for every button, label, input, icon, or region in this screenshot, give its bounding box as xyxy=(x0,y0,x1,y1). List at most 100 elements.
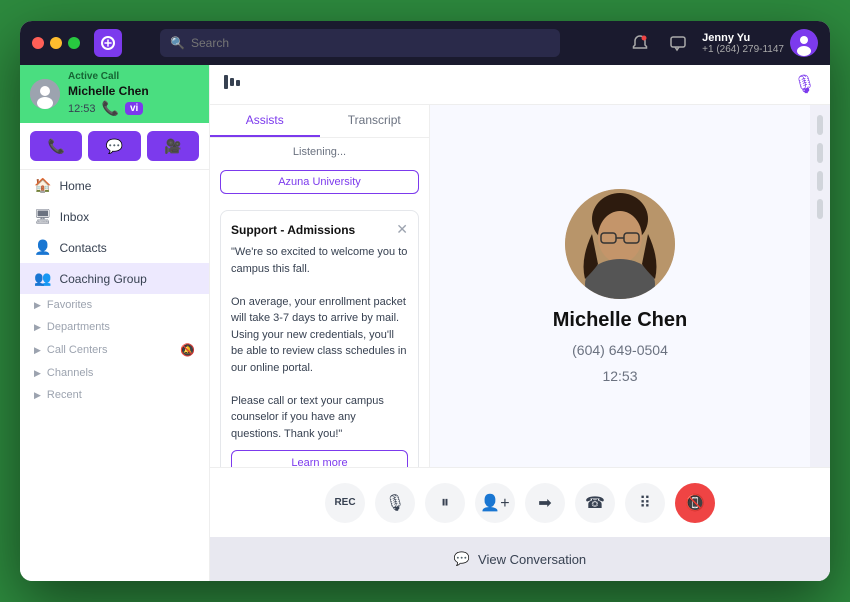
support-card: Support - Admissions ✕ "We're so excited… xyxy=(220,210,419,467)
chevron-right-icon: ▶ xyxy=(34,300,41,311)
call-video-button[interactable]: 🎥 xyxy=(147,131,199,161)
sidebar-item-coaching-label: Coaching Group xyxy=(59,272,146,286)
scroll-indicator-3 xyxy=(817,171,823,191)
search-bar[interactable]: 🔍 xyxy=(160,29,560,57)
sidebar: Active Call Michelle Chen 12:53 📞 vi 📞 💬… xyxy=(20,65,210,581)
app-window: 🔍 Jenny Yu +1 (264) 279-1147 xyxy=(20,21,830,581)
active-call-name: Michelle Chen xyxy=(68,84,199,98)
listening-status: Listening... xyxy=(210,138,429,166)
bars-icon xyxy=(224,75,244,94)
user-avatar xyxy=(790,29,818,57)
contact-call-time: 12:53 xyxy=(602,368,637,384)
sidebar-item-home-label: Home xyxy=(59,179,91,193)
sidebar-item-contacts-label: Contacts xyxy=(59,241,106,255)
learn-more-button[interactable]: Learn more xyxy=(231,450,408,467)
sidebar-section-favorites[interactable]: ▶ Favorites xyxy=(20,294,209,316)
sidebar-section-favorites-label: Favorites xyxy=(47,299,92,311)
sidebar-section-recent[interactable]: ▶ Recent xyxy=(20,384,209,406)
call-controls: REC 🎙 ⏸ 👤+ ➡ ☎ ⠿ 📵 xyxy=(210,467,830,537)
support-card-body: "We're so excited to welcome you to camp… xyxy=(231,244,408,442)
user-phone: +1 (264) 279-1147 xyxy=(702,44,784,55)
sidebar-item-contacts[interactable]: 👤 Contacts xyxy=(20,232,209,263)
close-card-button[interactable]: ✕ xyxy=(396,221,408,238)
card-text-1: "We're so excited to welcome you to camp… xyxy=(231,244,408,277)
scroll-indicator-2 xyxy=(817,143,823,163)
support-card-title: Support - Admissions xyxy=(231,223,355,237)
card-text-3: Please call or text your campus counselo… xyxy=(231,393,408,443)
sidebar-item-inbox-label: Inbox xyxy=(60,210,89,224)
tab-assists[interactable]: Assists xyxy=(210,105,320,137)
sidebar-item-home[interactable]: 🏠 Home xyxy=(20,170,209,201)
call-icon: 📞 xyxy=(102,100,119,117)
tab-transcript[interactable]: Transcript xyxy=(320,105,430,137)
maximize-button[interactable] xyxy=(68,37,80,49)
group-icon: 👥 xyxy=(34,270,51,287)
support-card-header: Support - Admissions ✕ xyxy=(231,221,408,238)
add-call-button[interactable]: 👤+ xyxy=(475,483,515,523)
search-input[interactable] xyxy=(191,36,550,50)
minimize-button[interactable] xyxy=(50,37,62,49)
sidebar-section-recent-label: Recent xyxy=(47,389,82,401)
user-info: Jenny Yu +1 (264) 279-1147 xyxy=(702,29,818,57)
sidebar-section-call-centers[interactable]: ▶ Call Centers 🔕 xyxy=(20,338,209,362)
titlebar: 🔍 Jenny Yu +1 (264) 279-1147 xyxy=(20,21,830,65)
scroll-indicator-4 xyxy=(817,199,823,219)
university-button[interactable]: Azuna University xyxy=(220,170,419,194)
more-button[interactable]: ⠿ xyxy=(625,483,665,523)
call-chat-button[interactable]: 💬 xyxy=(88,131,140,161)
traffic-lights xyxy=(32,37,80,49)
app-logo xyxy=(94,29,122,57)
sidebar-item-coaching-group[interactable]: 👥 Coaching Group xyxy=(20,263,209,294)
close-button[interactable] xyxy=(32,37,44,49)
view-conversation-bar[interactable]: 💬 View Conversation xyxy=(210,537,830,581)
active-call-banner: Active Call Michelle Chen 12:53 📞 vi xyxy=(20,65,209,123)
search-icon: 🔍 xyxy=(170,36,185,50)
sidebar-section-departments-label: Departments xyxy=(47,321,110,333)
chevron-right-icon-4: ▶ xyxy=(34,368,41,379)
mic-icon-top[interactable]: 🎙 xyxy=(793,74,816,95)
contact-phone: (604) 649-0504 xyxy=(572,342,668,358)
user-name: Jenny Yu xyxy=(702,32,784,44)
hold-button[interactable]: ⏸ xyxy=(425,483,465,523)
contact-photo xyxy=(565,189,675,299)
contact-area: Michelle Chen (604) 649-0504 12:53 xyxy=(430,105,810,467)
active-call-label: Active Call xyxy=(68,71,199,82)
sidebar-section-channels-label: Channels xyxy=(47,367,93,379)
view-conversation-label: View Conversation xyxy=(478,552,586,567)
active-call-time: 12:53 xyxy=(68,103,96,115)
notifications-icon[interactable] xyxy=(626,29,654,57)
call-phone-button[interactable]: 📞 xyxy=(30,131,82,161)
call-action-buttons: 📞 💬 🎥 xyxy=(20,123,209,170)
sidebar-section-channels[interactable]: ▶ Channels xyxy=(20,362,209,384)
contacts-icon: 👤 xyxy=(34,239,51,256)
right-scroll xyxy=(810,105,830,467)
chevron-right-icon-2: ▶ xyxy=(34,322,41,333)
assist-tabs: Assists Transcript xyxy=(210,105,429,138)
right-panel: 🎙 Assists Transcript Listening... Azuna … xyxy=(210,65,830,581)
end-call-button[interactable]: 📵 xyxy=(675,483,715,523)
titlebar-right: Jenny Yu +1 (264) 279-1147 xyxy=(626,29,818,57)
chevron-right-icon-3: ▶ xyxy=(34,345,41,356)
sidebar-section-departments[interactable]: ▶ Departments xyxy=(20,316,209,338)
sidebar-section-call-centers-label: Call Centers xyxy=(47,344,108,356)
missed-call-icon: 🔕 xyxy=(180,343,195,357)
assist-panel: Assists Transcript Listening... Azuna Un… xyxy=(210,105,430,467)
rec-button[interactable]: REC xyxy=(325,483,365,523)
active-call-avatar xyxy=(30,79,60,109)
contact-name: Michelle Chen xyxy=(553,309,687,332)
home-icon: 🏠 xyxy=(34,177,51,194)
chevron-right-icon-5: ▶ xyxy=(34,390,41,401)
chat-icon[interactable] xyxy=(664,29,692,57)
card-text-2: On average, your enrollment packet will … xyxy=(231,294,408,377)
scroll-indicator-1 xyxy=(817,115,823,135)
sidebar-item-inbox[interactable]: 🖥 Inbox xyxy=(20,201,209,232)
keypad-button[interactable]: ☎ xyxy=(575,483,615,523)
inbox-icon: 🖥 xyxy=(34,208,52,225)
right-panel-top: 🎙 xyxy=(210,65,830,105)
content-area: Assists Transcript Listening... Azuna Un… xyxy=(210,105,830,467)
main-content: Active Call Michelle Chen 12:53 📞 vi 📞 💬… xyxy=(20,65,830,581)
vi-badge: vi xyxy=(125,102,143,115)
chat-bubble-icon: 💬 xyxy=(454,551,470,567)
mute-button[interactable]: 🎙 xyxy=(375,483,415,523)
transfer-button[interactable]: ➡ xyxy=(525,483,565,523)
